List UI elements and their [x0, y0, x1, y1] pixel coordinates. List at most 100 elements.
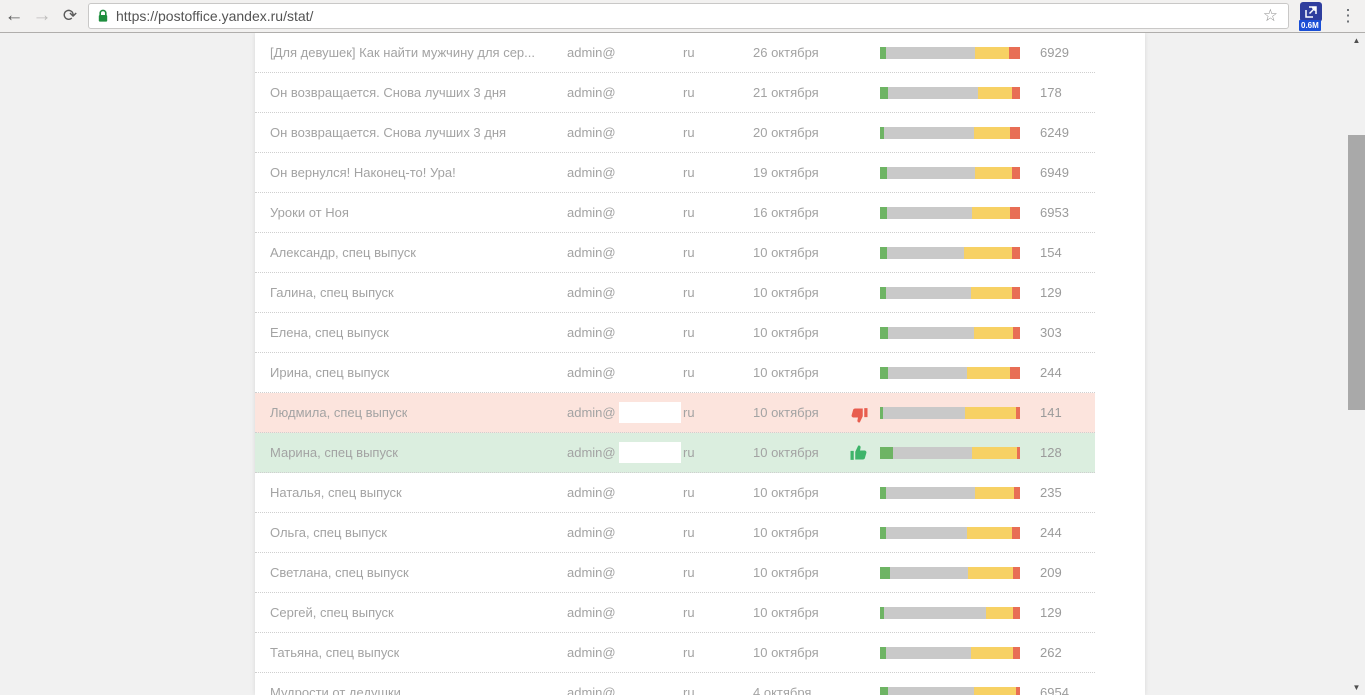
table-row[interactable]: Он возвращается. Снова лучших 3 дня admi… [255, 73, 1095, 113]
bar-segment-red [1010, 207, 1020, 219]
reload-button[interactable]: ⟳ [56, 1, 84, 31]
campaign-name: Галина, спец выпуск [270, 285, 394, 300]
campaign-name: Марина, спец выпуск [270, 445, 398, 460]
bookmark-star-icon[interactable]: ☆ [1261, 6, 1280, 26]
table-row[interactable]: Татьяна, спец выпуск admin@ ru 10 октябр… [255, 633, 1095, 673]
table-row[interactable]: Марина, спец выпуск admin@ ru 10 октября… [255, 433, 1095, 473]
scroll-up-arrow-icon[interactable]: ▲ [1348, 33, 1365, 48]
sender-email-user: admin@ [567, 85, 616, 100]
table-row[interactable]: Наталья, спец выпуск admin@ ru 10 октябр… [255, 473, 1095, 513]
email-domain-redaction [619, 42, 681, 63]
send-date: 20 октября [753, 125, 819, 140]
open-count: 303 [1040, 325, 1062, 340]
table-row[interactable]: [Для девушек] Как найти мужчину для сер.… [255, 33, 1095, 73]
table-row[interactable]: Светлана, спец выпуск admin@ ru 10 октяб… [255, 553, 1095, 593]
bar-segment-gray [888, 367, 966, 379]
bar-segment-yellow [975, 167, 1011, 179]
open-count: 129 [1040, 605, 1062, 620]
bar-segment-yellow [965, 407, 1015, 419]
bar-segment-red [1016, 407, 1020, 419]
send-date: 10 октября [753, 485, 819, 500]
url-text[interactable]: https://postoffice.yandex.ru/stat/ [116, 8, 1261, 24]
sender-email-user: admin@ [567, 605, 616, 620]
scrollbar-thumb[interactable] [1348, 135, 1365, 410]
email-domain-redaction [619, 562, 681, 583]
bar-segment-red [1013, 607, 1020, 619]
bar-segment-gray [893, 447, 973, 459]
bar-segment-green [880, 367, 888, 379]
extension-button[interactable]: 0.6M [1299, 1, 1325, 31]
sender-email-tld: ru [683, 85, 695, 100]
open-count: 6929 [1040, 45, 1069, 60]
table-row[interactable]: Александр, спец выпуск admin@ ru 10 октя… [255, 233, 1095, 273]
campaign-name: [Для девушек] Как найти мужчину для сер.… [270, 45, 535, 60]
campaign-name: Сергей, спец выпуск [270, 605, 394, 620]
sender-email-tld: ru [683, 445, 695, 460]
sender-email-tld: ru [683, 405, 695, 420]
bar-segment-yellow [967, 527, 1012, 539]
extension-icon [1300, 2, 1322, 22]
sender-email-tld: ru [683, 685, 695, 695]
bar-segment-yellow [974, 687, 1016, 695]
send-date: 10 октября [753, 445, 819, 460]
bar-segment-gray [886, 287, 971, 299]
thumbs-down-icon [849, 405, 869, 425]
send-date: 10 октября [753, 405, 819, 420]
campaign-name: Александр, спец выпуск [270, 245, 416, 260]
bar-segment-gray [890, 567, 968, 579]
table-row[interactable]: Елена, спец выпуск admin@ ru 10 октября … [255, 313, 1095, 353]
delivery-bar [880, 407, 1020, 419]
bar-segment-green [880, 167, 887, 179]
campaign-name: Уроки от Ноя [270, 205, 349, 220]
open-count: 209 [1040, 565, 1062, 580]
bar-segment-gray [888, 327, 973, 339]
table-row[interactable]: Сергей, спец выпуск admin@ ru 10 октября… [255, 593, 1095, 633]
forward-button[interactable]: → [28, 1, 56, 31]
table-row[interactable]: Мудрости от дедушки admin@ ru 4 октября … [255, 673, 1095, 695]
browser-toolbar: ← → ⟳ https://postoffice.yandex.ru/stat/… [0, 0, 1365, 33]
address-bar[interactable]: https://postoffice.yandex.ru/stat/ ☆ [88, 3, 1289, 29]
email-domain-redaction [619, 202, 681, 223]
open-count: 154 [1040, 245, 1062, 260]
bar-segment-gray [887, 247, 964, 259]
bar-segment-green [880, 687, 888, 695]
sender-email-user: admin@ [567, 405, 616, 420]
bar-segment-gray [888, 687, 973, 695]
bar-segment-red [1017, 447, 1020, 459]
secure-padlock-icon[interactable] [97, 9, 109, 23]
campaign-name: Мудрости от дедушки [270, 685, 401, 695]
bar-segment-red [1010, 127, 1020, 139]
email-domain-redaction [619, 122, 681, 143]
back-button[interactable]: ← [0, 1, 28, 31]
open-count: 128 [1040, 445, 1062, 460]
browser-menu-button[interactable]: ⋮ [1333, 6, 1363, 26]
table-row[interactable]: Галина, спец выпуск admin@ ru 10 октября… [255, 273, 1095, 313]
stats-table: [Для девушек] Как найти мужчину для сер.… [255, 33, 1145, 695]
sender-email-user: admin@ [567, 245, 616, 260]
bar-segment-red [1012, 247, 1020, 259]
open-count: 6949 [1040, 165, 1069, 180]
table-row[interactable]: Уроки от Ноя admin@ ru 16 октября 6953 [255, 193, 1095, 233]
table-row[interactable]: Ирина, спец выпуск admin@ ru 10 октября … [255, 353, 1095, 393]
sender-email-user: admin@ [567, 165, 616, 180]
delivery-bar [880, 487, 1020, 499]
send-date: 10 октября [753, 525, 819, 540]
table-row[interactable]: Ольга, спец выпуск admin@ ru 10 октября … [255, 513, 1095, 553]
bar-segment-green [880, 567, 890, 579]
table-row[interactable]: Он вернулся! Наконец-то! Ура! admin@ ru … [255, 153, 1095, 193]
email-domain-redaction [619, 442, 681, 463]
bar-segment-red [1013, 647, 1020, 659]
sender-email-user: admin@ [567, 45, 616, 60]
sender-email-user: admin@ [567, 285, 616, 300]
scroll-down-arrow-icon[interactable]: ▼ [1348, 680, 1365, 695]
bar-segment-green [880, 447, 893, 459]
open-count: 178 [1040, 85, 1062, 100]
email-domain-redaction [619, 522, 681, 543]
bar-segment-gray [888, 87, 978, 99]
campaign-name: Светлана, спец выпуск [270, 565, 409, 580]
table-row[interactable]: Он возвращается. Снова лучших 3 дня admi… [255, 113, 1095, 153]
table-row[interactable]: Людмила, спец выпуск admin@ ru 10 октябр… [255, 393, 1095, 433]
sender-email-tld: ru [683, 245, 695, 260]
vertical-scrollbar[interactable]: ▲ ▼ [1348, 33, 1365, 695]
bar-segment-gray [886, 527, 967, 539]
